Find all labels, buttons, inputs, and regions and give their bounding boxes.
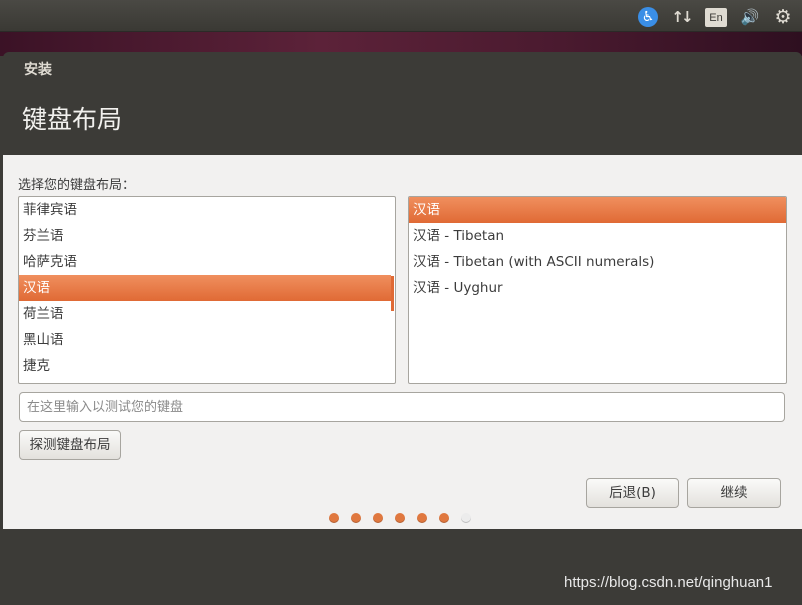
progress-dot xyxy=(395,513,405,523)
variant-list-item[interactable]: 汉语 - Tibetan (with ASCII numerals) xyxy=(409,249,786,275)
language-list-item-selected[interactable]: 汉语 xyxy=(19,275,391,301)
continue-button[interactable]: 继续 xyxy=(687,478,781,508)
progress-dot xyxy=(329,513,339,523)
progress-dot xyxy=(439,513,449,523)
step-progress xyxy=(329,513,471,523)
language-list-item[interactable]: 芬兰语 xyxy=(19,223,395,249)
top-panel: ♿ ↑↓ En 🔊 ⚙ xyxy=(0,0,802,32)
page-title: 键盘布局 xyxy=(22,105,123,134)
watermark: https://blog.csdn.net/qinghuan1 xyxy=(564,574,773,591)
variant-list-item[interactable]: 汉语 - Uyghur xyxy=(409,275,786,301)
content-area: 选择您的键盘布局： 菲律宾语 芬兰语 哈萨克语 汉语 荷兰语 黑山语 捷克 汉语… xyxy=(3,155,802,529)
accessibility-icon[interactable]: ♿ xyxy=(637,6,659,28)
volume-icon[interactable]: 🔊 xyxy=(738,6,762,28)
window-title: 安装 xyxy=(24,62,52,78)
back-button[interactable]: 后退(B) xyxy=(586,478,679,508)
detect-layout-button[interactable]: 探测键盘布局 xyxy=(19,430,121,460)
gear-icon[interactable]: ⚙ xyxy=(772,6,794,28)
language-list[interactable]: 菲律宾语 芬兰语 哈萨克语 汉语 荷兰语 黑山语 捷克 xyxy=(18,196,396,384)
progress-dot xyxy=(373,513,383,523)
progress-dot xyxy=(417,513,427,523)
layout-prompt-label: 选择您的键盘布局： xyxy=(18,178,136,193)
keyboard-test-input[interactable] xyxy=(19,392,785,422)
progress-dot xyxy=(351,513,361,523)
variant-list-item[interactable]: 汉语 - Tibetan xyxy=(409,223,786,249)
progress-dot-current xyxy=(461,513,471,523)
language-list-item[interactable]: 捷克 xyxy=(19,353,395,379)
variant-list[interactable]: 汉语 汉语 - Tibetan 汉语 - Tibetan (with ASCII… xyxy=(408,196,787,384)
language-list-scrollbar[interactable] xyxy=(391,276,394,311)
language-list-item[interactable]: 黑山语 xyxy=(19,327,395,353)
variant-list-item-selected[interactable]: 汉语 xyxy=(409,197,786,223)
language-list-item[interactable]: 哈萨克语 xyxy=(19,249,395,275)
language-list-item[interactable]: 菲律宾语 xyxy=(19,197,395,223)
network-icon[interactable]: ↑↓ xyxy=(670,6,693,28)
keyboard-language-indicator[interactable]: En xyxy=(705,8,727,27)
language-list-item[interactable]: 荷兰语 xyxy=(19,301,395,327)
